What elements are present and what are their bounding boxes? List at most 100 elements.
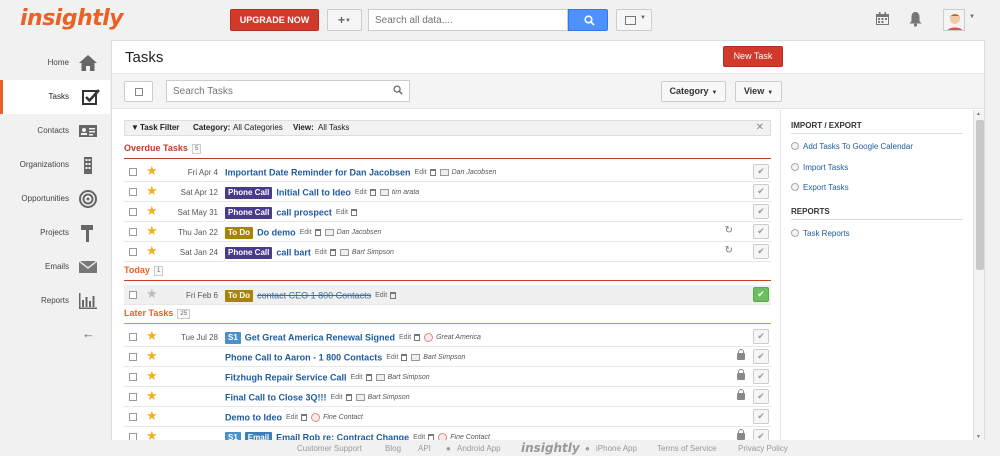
layout-toggle-button[interactable]: ▼ [616,9,652,31]
task-title-link[interactable]: Final Call to Close 3Q!!! [225,393,327,403]
chevron-down-icon[interactable]: ▼ [969,14,975,20]
edit-task-link[interactable]: Edit [300,229,312,236]
task-checkbox[interactable] [129,413,137,421]
global-search-input[interactable] [368,9,568,31]
edit-task-link[interactable]: Edit [386,354,398,361]
task-row[interactable]: ★ Demo to Ideo Edit Fine Contact ✔ [124,407,771,427]
task-checkbox[interactable] [129,248,137,256]
complete-task-checkmark[interactable]: ✔ [753,389,769,404]
trash-icon[interactable] [414,334,421,342]
task-search-input[interactable] [166,80,410,102]
scrollbar-thumb[interactable] [976,120,984,270]
bell-icon[interactable] [908,11,923,27]
task-row[interactable]: ★ Final Call to Close 3Q!!! Edit Bart Simps… [124,387,771,407]
sidebar-item-opportunities[interactable]: Opportunities [0,182,110,216]
collapse-sidebar-arrow-icon[interactable]: ← [82,326,95,341]
complete-task-checkmark[interactable]: ✔ [753,369,769,384]
sidebar-item-contacts[interactable]: Contacts [0,114,110,148]
complete-task-checkmark[interactable]: ✔ [753,184,769,199]
upgrade-now-button[interactable]: UPGRADE NOW [230,9,319,31]
task-checkbox[interactable] [129,291,137,299]
close-icon[interactable]: ✕ [756,121,764,135]
trash-icon[interactable] [350,209,357,217]
edit-task-link[interactable]: Edit [286,414,298,421]
complete-task-checkmark[interactable]: ✔ [753,349,769,364]
task-row[interactable]: ★ S1 Email Email Rob re: Contract Change Edi… [124,427,771,440]
star-icon[interactable]: ★ [146,204,158,218]
sidebar-item-emails[interactable]: Emails [0,250,110,284]
task-checkbox[interactable] [129,393,137,401]
task-checkbox[interactable] [129,433,137,440]
trash-icon[interactable] [401,354,408,362]
task-linked-record[interactable]: Dan Jacobsen [452,169,497,176]
footer-link-android-app[interactable]: Android App [457,444,501,453]
task-checkbox[interactable] [129,228,137,236]
task-title-link[interactable]: Do demo [257,228,296,238]
edit-task-link[interactable]: Edit [415,169,427,176]
edit-task-link[interactable]: Edit [351,374,363,381]
footer-link-privacy[interactable]: Privacy Policy [738,444,788,453]
select-all-checkbox[interactable] [124,81,153,102]
task-filter-bar[interactable]: ▼ Task Filter Category: All Categories V… [124,120,771,136]
star-icon[interactable]: ★ [146,287,158,301]
import-tasks-link[interactable]: Import Tasks [791,163,848,172]
trash-icon[interactable] [345,394,352,402]
global-search-button[interactable] [568,9,608,31]
app-logo[interactable]: insightly [20,6,124,31]
task-title-link[interactable]: call bart [276,248,311,258]
footer-link-customer-support[interactable]: Customer Support [297,444,362,453]
complete-task-checkmark[interactable]: ✔ [753,224,769,239]
complete-task-checkmark[interactable]: ✔ [753,164,769,179]
edit-task-link[interactable]: Edit [331,394,343,401]
task-row[interactable]: ★ Sat May 31 Phone Call call prospect Edit ✔ [124,202,771,222]
task-checkbox[interactable] [129,208,137,216]
footer-link-api[interactable]: API [418,444,431,453]
task-title-link[interactable]: contact CEO 1 800 Contacts [257,291,371,301]
task-title-link[interactable]: Phone Call to Aaron - 1 800 Contacts [225,353,382,363]
star-icon[interactable]: ★ [146,184,158,198]
task-checkbox[interactable] [129,188,137,196]
task-row[interactable]: ★ Sat Jan 24 Phone Call call bart Edit Bart S… [124,242,771,262]
trash-icon[interactable] [429,169,436,177]
view-dropdown[interactable]: View ▼ [735,81,782,102]
task-title-link[interactable]: Fitzhugh Repair Service Call [225,373,347,383]
task-row[interactable]: ★ Sat Apr 12 Phone Call Initial Call to Ide… [124,182,771,202]
task-checkbox[interactable] [129,333,137,341]
task-title-link[interactable]: Get Great America Renewal Signed [245,333,395,343]
sidebar-item-reports[interactable]: Reports [0,284,110,318]
task-linked-record[interactable]: Bart Simpson [352,249,394,256]
footer-link-iphone-app[interactable]: iPhone App [596,444,637,453]
sidebar-item-tasks[interactable]: Tasks [0,80,110,114]
scrollbar[interactable]: ▲ ▼ [973,110,984,440]
star-icon[interactable]: ★ [146,389,158,403]
sidebar-item-projects[interactable]: Projects [0,216,110,250]
edit-task-link[interactable]: Edit [336,209,348,216]
new-task-button[interactable]: New Task [723,46,783,67]
complete-task-checkmark[interactable]: ✔ [753,429,769,440]
task-reports-link[interactable]: Task Reports [791,229,850,238]
task-row[interactable]: ★ Fitzhugh Repair Service Call Edit Bart Si… [124,367,771,387]
task-linked-record[interactable]: tim arata [392,189,419,196]
complete-task-checkmark[interactable]: ✔ [753,287,769,302]
edit-task-link[interactable]: Edit [399,334,411,341]
complete-task-checkmark[interactable]: ✔ [753,244,769,259]
task-linked-record[interactable]: Bart Simpson [388,374,430,381]
add-to-google-calendar-link[interactable]: Add Tasks To Google Calendar [791,142,913,151]
task-row[interactable]: ★ Thu Jan 22 To Do Do demo Edit Dan Jacobsen ↻… [124,222,771,242]
trash-icon[interactable] [301,414,308,422]
task-checkbox[interactable] [129,373,137,381]
star-icon[interactable]: ★ [146,429,158,441]
trash-icon[interactable] [390,292,397,300]
task-linked-record[interactable]: Fine Contact [323,414,363,421]
star-icon[interactable]: ★ [146,369,158,383]
scroll-up-icon[interactable]: ▲ [976,111,981,117]
sidebar-item-organizations[interactable]: Organizations [0,148,110,182]
task-row[interactable]: ★ Phone Call to Aaron - 1 800 Contacts Edi… [124,347,771,367]
task-title-link[interactable]: Demo to Ideo [225,413,282,423]
task-linked-record[interactable]: Great America [436,334,481,341]
task-title-link[interactable]: Initial Call to Ideo [276,188,351,198]
task-checkbox[interactable] [129,353,137,361]
task-title-link[interactable]: Important Date Reminder for Dan Jacobsen [225,168,411,178]
task-row[interactable]: ★ Fri Feb 6 To Do contact CEO 1 800 Contact… [124,285,771,305]
task-linked-record[interactable]: Dan Jacobsen [337,229,382,236]
